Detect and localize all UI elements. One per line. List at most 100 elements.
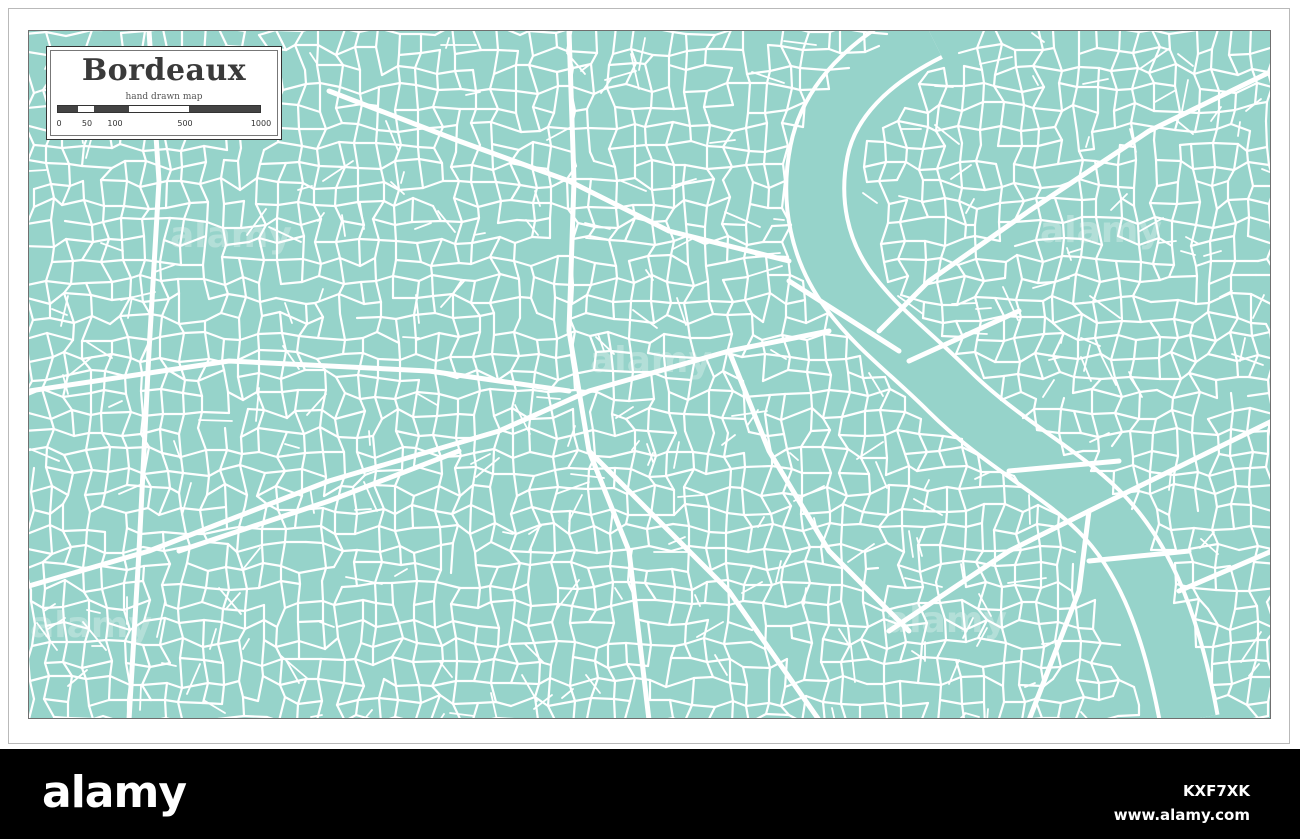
street — [1116, 333, 1138, 342]
street — [703, 242, 708, 268]
street — [784, 298, 807, 306]
street — [589, 513, 596, 528]
street — [1191, 310, 1210, 325]
street — [412, 579, 419, 607]
street — [1232, 221, 1238, 238]
street — [488, 387, 518, 393]
street — [954, 319, 965, 339]
street — [1167, 263, 1176, 279]
street — [512, 259, 533, 268]
street — [50, 259, 75, 264]
street — [102, 388, 128, 396]
street — [496, 218, 519, 225]
street — [935, 656, 958, 662]
street — [1148, 492, 1159, 511]
street — [401, 445, 418, 450]
street — [238, 452, 244, 467]
street — [938, 601, 947, 621]
street — [416, 105, 435, 112]
street — [341, 351, 365, 356]
street — [488, 87, 518, 93]
street — [837, 433, 867, 438]
street — [962, 81, 986, 88]
street — [301, 234, 306, 261]
street — [99, 260, 114, 284]
street — [356, 199, 386, 204]
street — [433, 619, 455, 630]
street — [883, 375, 892, 391]
street — [840, 390, 852, 419]
street — [682, 299, 711, 305]
street — [139, 530, 165, 536]
street — [1173, 561, 1178, 586]
street — [469, 503, 496, 517]
street — [281, 82, 308, 92]
street — [1012, 144, 1024, 166]
street — [720, 416, 747, 421]
street — [1094, 183, 1101, 201]
street — [1148, 449, 1154, 474]
street — [224, 505, 229, 531]
street — [337, 282, 346, 296]
street — [1203, 250, 1222, 257]
street — [726, 234, 749, 247]
street — [785, 445, 803, 451]
street — [805, 370, 813, 395]
street — [511, 617, 530, 628]
street — [691, 450, 696, 471]
street — [651, 53, 671, 58]
street — [1228, 316, 1240, 334]
street — [275, 203, 280, 220]
street — [529, 264, 536, 279]
street — [374, 141, 383, 171]
street — [43, 660, 65, 665]
street — [200, 600, 225, 611]
street — [512, 241, 517, 263]
street — [1131, 51, 1140, 70]
street — [470, 163, 495, 172]
street — [978, 124, 1003, 132]
street — [147, 445, 164, 455]
street — [956, 109, 964, 128]
street — [279, 368, 307, 381]
street — [630, 106, 653, 111]
street — [1175, 426, 1180, 458]
street — [70, 408, 76, 438]
street — [1075, 678, 1101, 685]
street — [939, 559, 965, 566]
street — [934, 85, 954, 88]
street — [318, 408, 324, 429]
street — [478, 584, 492, 590]
street — [1215, 110, 1221, 131]
street — [841, 502, 865, 514]
street — [196, 379, 204, 398]
street — [391, 603, 401, 625]
street — [955, 274, 967, 307]
street — [744, 701, 771, 708]
street — [607, 238, 627, 243]
street — [831, 707, 836, 718]
street — [429, 261, 461, 268]
street — [361, 598, 378, 605]
street — [261, 674, 282, 687]
street — [728, 485, 744, 490]
street — [183, 378, 200, 383]
street — [1256, 619, 1270, 628]
street — [668, 698, 694, 707]
street — [99, 178, 106, 208]
street — [90, 223, 95, 244]
street — [744, 121, 769, 130]
street — [863, 394, 870, 413]
street — [1265, 595, 1270, 604]
street — [1190, 431, 1196, 455]
street — [434, 568, 443, 584]
street — [1246, 197, 1270, 206]
street — [201, 263, 206, 281]
street — [276, 200, 300, 207]
street — [982, 276, 1007, 283]
street — [1131, 463, 1152, 474]
street — [633, 428, 650, 433]
street — [521, 674, 538, 702]
street — [664, 450, 669, 478]
street — [138, 273, 145, 304]
